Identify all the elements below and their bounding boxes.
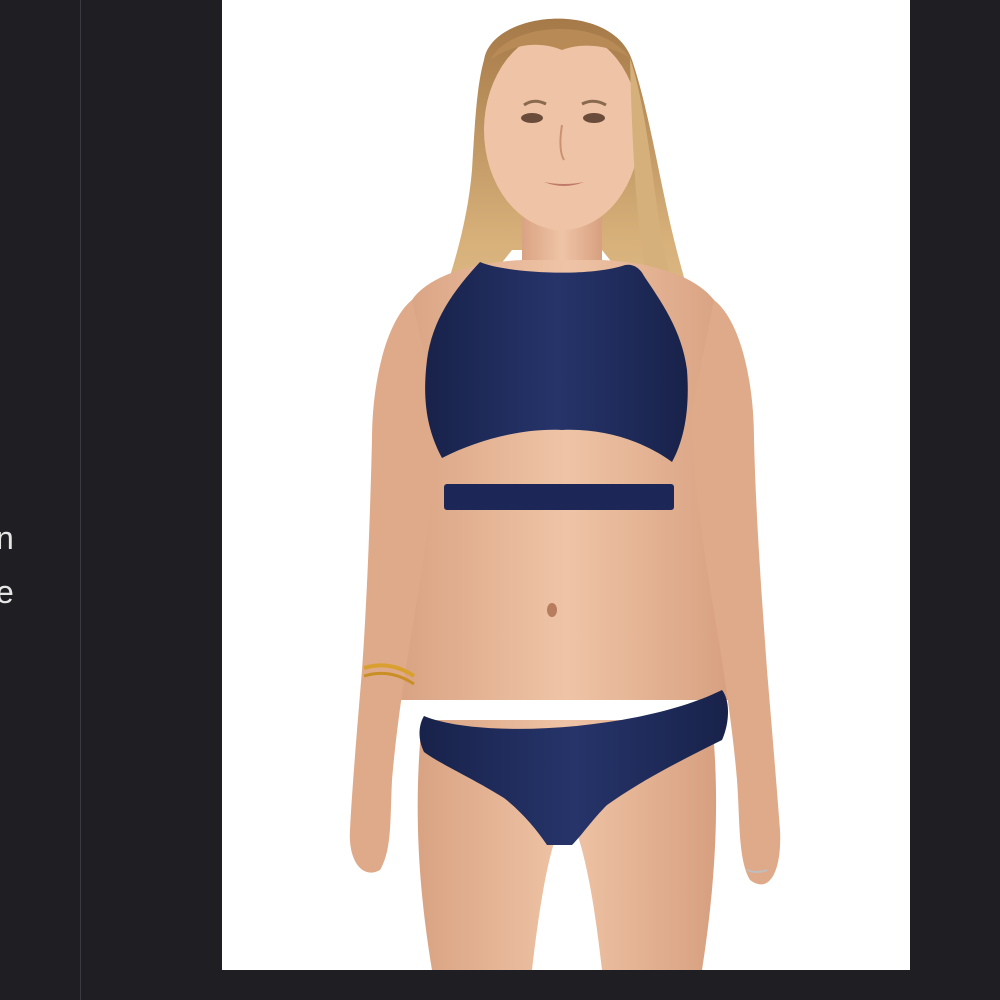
- sidebar-panel: n e: [0, 0, 81, 1000]
- bikini-band-shape: [444, 484, 674, 510]
- image-viewer[interactable]: [222, 0, 910, 970]
- product-photo: [222, 0, 910, 970]
- sidebar-text-fragment: n: [0, 522, 14, 554]
- sidebar-text-fragment: e: [0, 576, 14, 608]
- app-screen: n e: [0, 0, 1000, 1000]
